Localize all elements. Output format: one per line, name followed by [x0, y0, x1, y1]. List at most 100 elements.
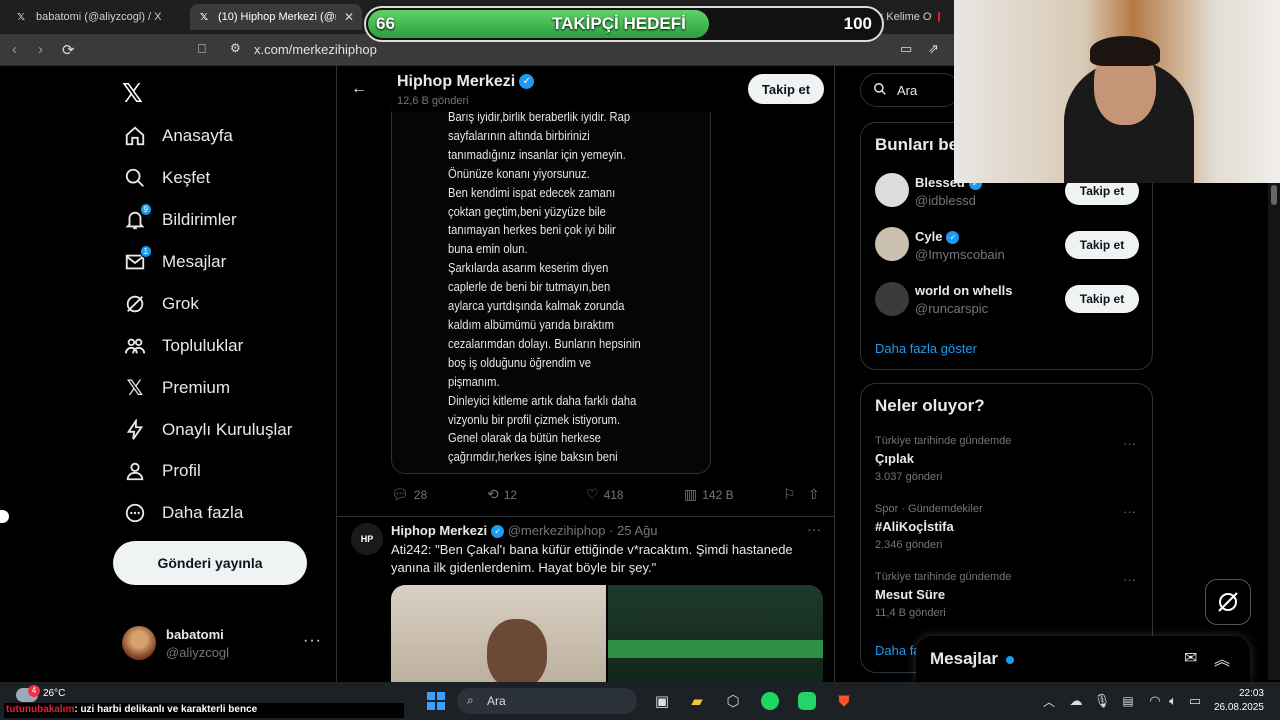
share-button[interactable]: ⇧ [808, 486, 825, 503]
search-input[interactable]: Ara [860, 73, 960, 107]
avatar[interactable] [122, 626, 156, 660]
scrollbar[interactable] [1268, 183, 1280, 680]
tweet-image-line: pişmanım. [448, 373, 500, 389]
tweet-image-line: Şarkılarda asarım keserim diyen [448, 260, 609, 276]
sidebar-item-communities[interactable]: Topluluklar [122, 329, 243, 363]
trend-count: 11,4 B gönderi [875, 607, 946, 619]
tweet[interactable]: HP Hiphop Merkezi ✓ @merkezihiphop · 25 A… [337, 516, 834, 686]
suggestion-handle: @Imymscobain [915, 247, 1005, 262]
like-button[interactable]: ♡ 418 [586, 486, 624, 503]
reload-icon[interactable]: ⟳ [62, 41, 75, 59]
follow-button[interactable]: Takip et [1065, 285, 1139, 313]
task-view-icon[interactable]: ▣ [651, 690, 673, 712]
trend-more-icon[interactable]: ··· [1123, 436, 1136, 451]
trend-name: #AliKoçİstifa [875, 519, 954, 534]
follow-button[interactable]: Takip et [748, 74, 824, 104]
follow-button[interactable]: Takip et [1065, 231, 1139, 259]
post-button[interactable]: Gönderi yayınla [113, 541, 307, 585]
clock-date[interactable]: 26.08.2025 [1208, 702, 1264, 713]
tweet-image-line: vizyonlu bir profil çizmek istiyorum. [448, 411, 621, 427]
suggestion-name: world on whells [915, 283, 1013, 298]
avatar[interactable]: HP [351, 523, 383, 555]
sidebar-item-label: Mesajlar [162, 252, 227, 271]
spotify-icon[interactable] [759, 690, 781, 712]
sidebar-item-verified-orgs[interactable]: Onaylı Kuruluşlar [122, 413, 292, 447]
account-menu-icon[interactable]: ··· [303, 632, 322, 650]
reply-button[interactable]: 💬︎ 28 [391, 486, 427, 503]
avatar[interactable] [875, 227, 909, 261]
tab-hiphop-merkezi[interactable]: 𝕏 (10) Hiphop Merkezi (@merkezihiphop) ✕ [190, 4, 362, 30]
back-arrow-icon[interactable]: ← [351, 80, 367, 98]
whatsapp-icon[interactable] [796, 690, 818, 712]
app-icon[interactable]: ⬡ [722, 690, 744, 712]
sidebar-item-label: Daha fazla [162, 503, 244, 522]
sidebar-item-notifications[interactable]: 9 Bildirimler [122, 203, 237, 237]
bookmark-icon[interactable]: ⎕ [198, 41, 206, 57]
avatar[interactable] [875, 282, 909, 316]
app-tray-icon[interactable]: ▤ [1117, 690, 1139, 712]
sidebar-item-more[interactable]: Daha fazla [122, 496, 243, 530]
back-icon[interactable]: ‹ [12, 41, 17, 58]
trend-item[interactable]: Türkiye tarihinde gündemde Mesut Süre 11… [875, 571, 1011, 619]
main-timeline: Barış iyidir,birlik beraberlik iyidir. R… [336, 66, 835, 686]
sidebar-item-premium[interactable]: 𝕏 Premium [122, 371, 230, 405]
tray-expand-icon[interactable]: ︿ [1038, 690, 1060, 712]
show-more-link[interactable]: Daha fazla göster [875, 341, 977, 356]
taskbar-search[interactable]: ⌕ Ara [457, 688, 637, 714]
tweet-image-line: Ben kendimi ispat edecek zamanı [448, 184, 616, 200]
tweet-image[interactable]: Barış iyidir,birlik beraberlik iyidir. R… [391, 106, 711, 474]
volume-icon[interactable]: 🔈︎ [1162, 690, 1184, 712]
new-message-icon[interactable]: ✉︎ [1184, 648, 1197, 668]
brave-browser-icon[interactable]: ⛊ [833, 690, 855, 712]
sidebar-item-label: Keşfet [162, 168, 211, 187]
side-handle-icon[interactable] [0, 510, 9, 523]
windows-start-icon[interactable] [425, 690, 447, 712]
sidebar-item-messages[interactable]: 1 Mesajlar [122, 245, 226, 279]
grok-floating-button[interactable] [1205, 579, 1251, 625]
trend-item[interactable]: Spor · Gündemdekiler #AliKoçİstifa 2.346… [875, 503, 983, 551]
avatar[interactable] [875, 173, 909, 207]
sidebar-item-explore[interactable]: Keşfet [122, 161, 210, 195]
tab-youtube[interactable] [930, 4, 956, 30]
suggestion-name: Cyle ✓ [915, 229, 960, 245]
cloud-icon[interactable]: ☁ [1065, 690, 1087, 712]
webcam-overlay [954, 0, 1280, 183]
goal-title: TAKİPÇİ HEDEFİ [552, 14, 686, 33]
sidebar-item-grok[interactable]: Grok [122, 287, 199, 321]
microphone-icon[interactable]: 🎙︎ [1091, 690, 1113, 712]
x-logo-icon[interactable]: 𝕏 [122, 78, 143, 109]
bookmark-button[interactable]: ⚐ [783, 486, 801, 503]
tab-babatomi[interactable]: 𝕏 babatomi (@aliyzcogl) / X [6, 4, 188, 30]
close-icon[interactable]: ✕ [344, 10, 354, 24]
show-more-link[interactable]: Daha fa [875, 643, 921, 658]
tweet-image-line: Dinleyici kitleme artık daha farklı daha [448, 392, 637, 408]
trend-more-icon[interactable]: ··· [1123, 572, 1136, 587]
share-icon[interactable]: ⇗ [928, 41, 939, 57]
expand-icon[interactable]: ︽ [1214, 646, 1230, 670]
tab-label: (10) Hiphop Merkezi (@merkezihiphop) [217, 11, 336, 23]
tweet-photo-2[interactable] [608, 585, 823, 686]
battery-icon[interactable]: ▭ [1184, 690, 1206, 712]
file-explorer-icon[interactable]: ▰ [686, 690, 708, 712]
views-button[interactable]: ▥ 142 B [684, 486, 734, 503]
messages-drawer[interactable]: Mesajlar ✉︎ ︽ [916, 636, 1250, 682]
forward-icon[interactable]: › [38, 41, 43, 58]
sidebar-item-profile[interactable]: Profil [122, 454, 201, 488]
tweet-photo-1[interactable] [391, 585, 606, 686]
clock-time[interactable]: 22:03 [1216, 688, 1264, 699]
sidebar-item-home[interactable]: Anasayfa [122, 119, 233, 153]
repost-button[interactable]: ⟲ 12 [487, 486, 517, 503]
tweet-more-icon[interactable]: ··· [807, 521, 821, 537]
trend-more-icon[interactable]: ··· [1123, 504, 1136, 519]
account-handle: @aliyzcogl [166, 645, 230, 660]
trend-item[interactable]: Türkiye tarihinde gündemde Çıplak 3.037 … [875, 435, 1011, 483]
cast-icon[interactable]: ▭ [900, 41, 912, 57]
sidebar-item-label: Grok [162, 294, 199, 313]
grok-icon [1218, 592, 1238, 612]
url-text[interactable]: x.com/merkezihiphop [254, 42, 377, 57]
search-placeholder: Ara [897, 83, 918, 98]
trend-meta: Türkiye tarihinde gündemde [875, 435, 1012, 447]
scrollbar-thumb[interactable] [1271, 185, 1277, 205]
site-settings-icon[interactable]: ⚙ [230, 41, 241, 55]
communities-icon [122, 333, 148, 359]
